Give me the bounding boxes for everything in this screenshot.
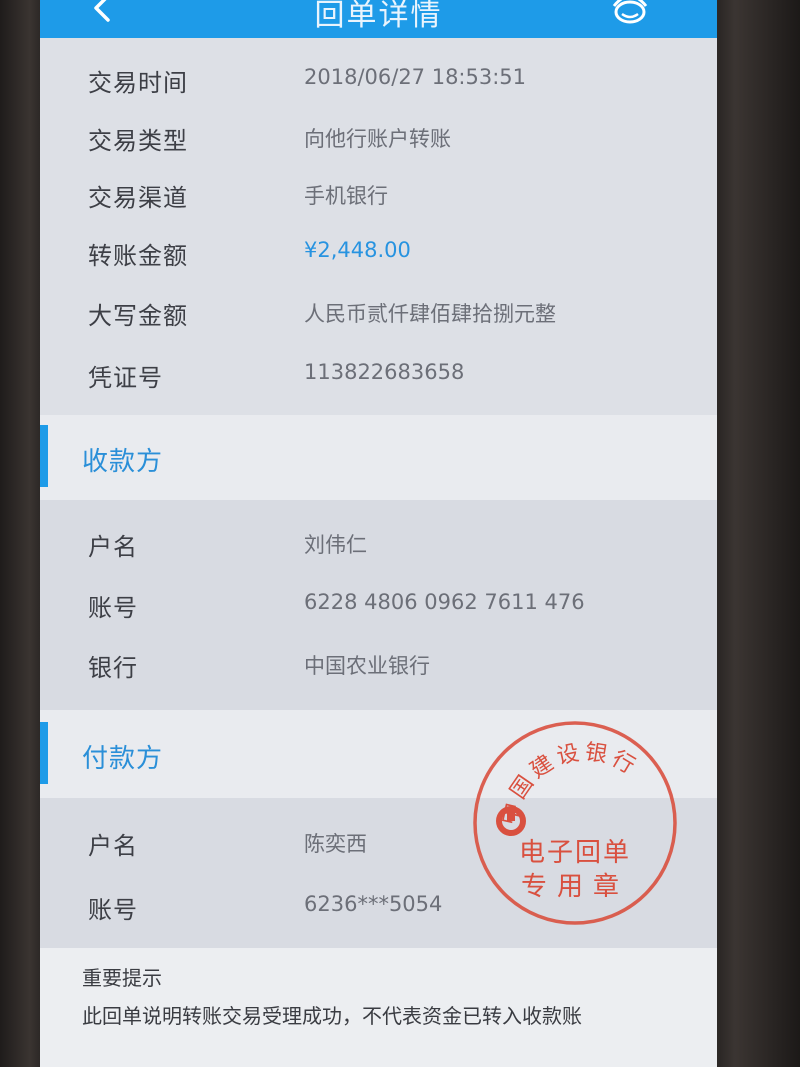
field-value: 2018/06/27 18:53:51: [304, 65, 527, 89]
field-label: 户名: [88, 533, 138, 561]
row-payee-name: 户名 刘伟仁: [40, 527, 717, 567]
section-accent-bar: [40, 722, 48, 784]
field-label: 转账金额: [88, 242, 188, 270]
section-title: 付款方: [82, 744, 164, 774]
field-label: 账号: [88, 594, 138, 622]
transaction-info: 交易时间 2018/06/27 18:53:51 交易类型 向他行账户转账 交易…: [40, 38, 717, 415]
title-bar: 回单详情: [40, 0, 717, 38]
field-value: 6236***5054: [304, 892, 443, 916]
field-value: 刘伟仁: [304, 533, 367, 557]
field-label: 交易渠道: [88, 184, 188, 212]
payee-info: 户名 刘伟仁 账号 6228 4806 0962 7611 476 银行 中国农…: [40, 500, 717, 710]
field-label: 交易时间: [88, 69, 188, 97]
row-transaction-channel: 交易渠道 手机银行: [40, 178, 717, 218]
stamp-line-1: 电子回单: [519, 838, 631, 868]
stamp-line-2: 专用章: [521, 872, 629, 902]
notice-title: 重要提示: [82, 966, 162, 990]
field-value: 6228 4806 0962 7611 476: [304, 590, 585, 614]
amount-value: ¥2,448.00: [304, 238, 411, 262]
payee-section-header: 收款方: [40, 415, 717, 500]
section-title: 收款方: [82, 447, 164, 477]
row-transaction-time: 交易时间 2018/06/27 18:53:51: [40, 63, 717, 103]
row-payee-account: 账号 6228 4806 0962 7611 476: [40, 588, 717, 628]
field-label: 账号: [88, 896, 138, 924]
bank-seal-stamp: 中国建设银行 电子回单 专用章: [473, 721, 677, 925]
field-value: 人民币贰仟肆佰肆拾捌元整: [304, 302, 556, 326]
section-accent-bar: [40, 425, 48, 487]
important-notice: 重要提示 此回单说明转账交易受理成功，不代表资金已转入收款账: [40, 948, 717, 1067]
row-voucher-number: 凭证号 113822683658: [40, 358, 717, 398]
field-label: 户名: [88, 832, 138, 860]
row-transaction-type: 交易类型 向他行账户转账: [40, 121, 717, 161]
row-transfer-amount: 转账金额 ¥2,448.00: [40, 236, 717, 276]
screen: 回单详情 交易时间 2018/06/27 18:53:51 交易类型 向他行账户…: [40, 0, 717, 1067]
customer-service-icon[interactable]: [608, 0, 652, 28]
field-label: 银行: [88, 654, 138, 682]
row-payee-bank: 银行 中国农业银行: [40, 648, 717, 688]
field-label: 凭证号: [88, 364, 163, 392]
field-label: 大写金额: [88, 302, 188, 330]
field-value: 向他行账户转账: [304, 127, 451, 151]
field-value: 中国农业银行: [304, 654, 430, 678]
notice-body: 此回单说明转账交易受理成功，不代表资金已转入收款账: [82, 1004, 582, 1028]
field-value: 113822683658: [304, 360, 465, 384]
field-label: 交易类型: [88, 127, 188, 155]
field-value: 手机银行: [304, 184, 388, 208]
field-value: 陈奕西: [304, 832, 367, 856]
row-amount-in-words: 大写金额 人民币贰仟肆佰肆拾捌元整: [40, 296, 717, 336]
